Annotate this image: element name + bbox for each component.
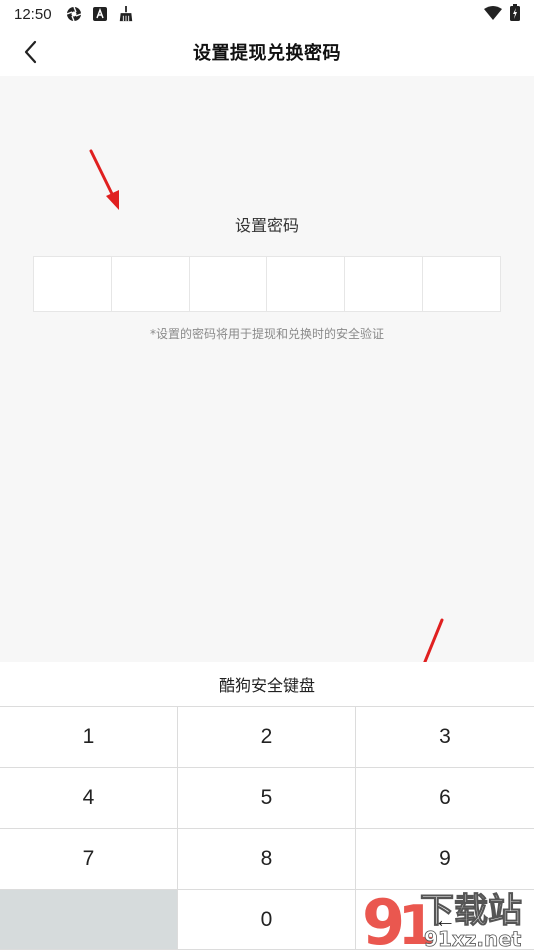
secure-keypad: 1 2 3 4 5 6 7 8 9 0 ←	[0, 707, 534, 950]
key-0[interactable]: 0	[178, 890, 356, 950]
pin-cell-5[interactable]	[345, 257, 424, 311]
status-bar: 12:50	[0, 0, 534, 28]
key-1[interactable]: 1	[0, 707, 178, 768]
key-blank	[0, 890, 178, 950]
backspace-key[interactable]: ←	[356, 890, 534, 950]
status-right-icons	[484, 3, 520, 25]
key-4[interactable]: 4	[0, 768, 178, 829]
aperture-icon	[66, 6, 82, 22]
pin-cell-4[interactable]	[267, 257, 346, 311]
keyboard-title: 酷狗安全键盘	[0, 662, 534, 707]
key-2[interactable]: 2	[178, 707, 356, 768]
pin-cell-6[interactable]	[423, 257, 500, 311]
wifi-icon	[484, 5, 502, 24]
key-8[interactable]: 8	[178, 829, 356, 890]
pin-cell-1[interactable]	[34, 257, 112, 311]
password-label: 设置密码	[234, 216, 299, 235]
key-7[interactable]: 7	[0, 829, 178, 890]
battery-icon	[510, 3, 520, 25]
annotation-arrow-icon	[89, 149, 119, 210]
key-9[interactable]: 9	[356, 829, 534, 890]
a-badge-icon	[92, 6, 108, 22]
pin-cell-3[interactable]	[190, 257, 268, 311]
key-5[interactable]: 5	[178, 768, 356, 829]
chevron-left-icon	[24, 40, 37, 64]
password-hint: *设置的密码将用于提现和兑换时的安全验证	[149, 327, 384, 341]
key-3[interactable]: 3	[356, 707, 534, 768]
pin-input[interactable]	[33, 256, 501, 312]
page-title: 设置提现兑换密码	[193, 43, 341, 64]
broom-icon	[118, 6, 134, 22]
back-button[interactable]	[14, 38, 46, 66]
header: 设置提现兑换密码	[0, 28, 534, 76]
pin-cell-2[interactable]	[112, 257, 190, 311]
password-setup-area: 设置密码 *设置的密码将用于提现和兑换时的安全验证	[0, 76, 534, 662]
key-6[interactable]: 6	[356, 768, 534, 829]
status-time: 12:50	[14, 5, 52, 23]
